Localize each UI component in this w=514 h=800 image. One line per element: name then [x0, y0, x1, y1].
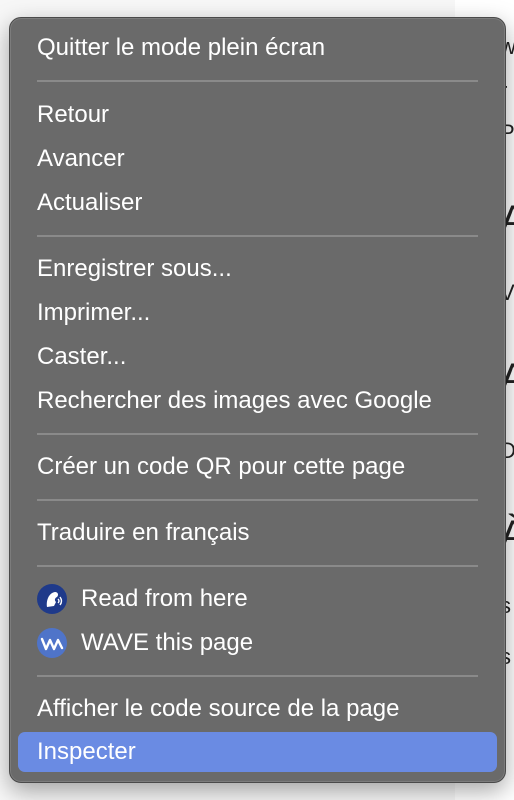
menu-separator — [37, 235, 478, 237]
menu-item-label: Imprimer... — [37, 299, 151, 326]
menu-item-label: Rechercher des images avec Google — [37, 387, 432, 414]
wave-icon — [37, 628, 67, 658]
menu-separator — [37, 80, 478, 82]
menu-item-label: WAVE this page — [81, 629, 254, 656]
menu-item-exit-fullscreen[interactable]: Quitter le mode plein écran — [18, 28, 497, 68]
menu-item-label: Créer un code QR pour cette page — [37, 453, 406, 480]
menu-separator — [37, 499, 478, 501]
menu-item-reload[interactable]: Actualiser — [18, 183, 497, 223]
menu-item-label: Traduire en français — [37, 519, 250, 546]
menu-item-read-from-here[interactable]: Read from here — [18, 579, 497, 619]
menu-item-forward[interactable]: Avancer — [18, 139, 497, 179]
menu-item-search-images-google[interactable]: Rechercher des images avec Google — [18, 381, 497, 421]
menu-item-wave-this-page[interactable]: WAVE this page — [18, 623, 497, 663]
menu-item-create-qr-code[interactable]: Créer un code QR pour cette page — [18, 447, 497, 487]
read-aloud-icon — [37, 584, 67, 614]
menu-item-label: Quitter le mode plein écran — [37, 34, 326, 61]
menu-separator — [37, 565, 478, 567]
menu-item-view-source[interactable]: Afficher le code source de la page — [18, 689, 497, 729]
menu-item-label: Enregistrer sous... — [37, 255, 232, 282]
menu-item-translate[interactable]: Traduire en français — [18, 513, 497, 553]
menu-item-label: Inspecter — [37, 738, 136, 765]
menu-item-label: Caster... — [37, 343, 127, 370]
menu-item-back[interactable]: Retour — [18, 95, 497, 135]
menu-item-print[interactable]: Imprimer... — [18, 293, 497, 333]
menu-item-label: Retour — [37, 101, 110, 128]
menu-item-label: Actualiser — [37, 189, 143, 216]
menu-separator — [37, 433, 478, 435]
menu-item-label: Read from here — [81, 585, 248, 612]
menu-item-inspect[interactable]: Inspecter — [18, 732, 497, 772]
menu-separator — [37, 675, 478, 677]
menu-item-save-as[interactable]: Enregistrer sous... — [18, 249, 497, 289]
menu-item-label: Afficher le code source de la page — [37, 695, 400, 722]
menu-item-label: Avancer — [37, 145, 125, 172]
context-menu: Quitter le mode plein écran Retour Avanc… — [9, 17, 506, 783]
menu-item-cast[interactable]: Caster... — [18, 337, 497, 377]
